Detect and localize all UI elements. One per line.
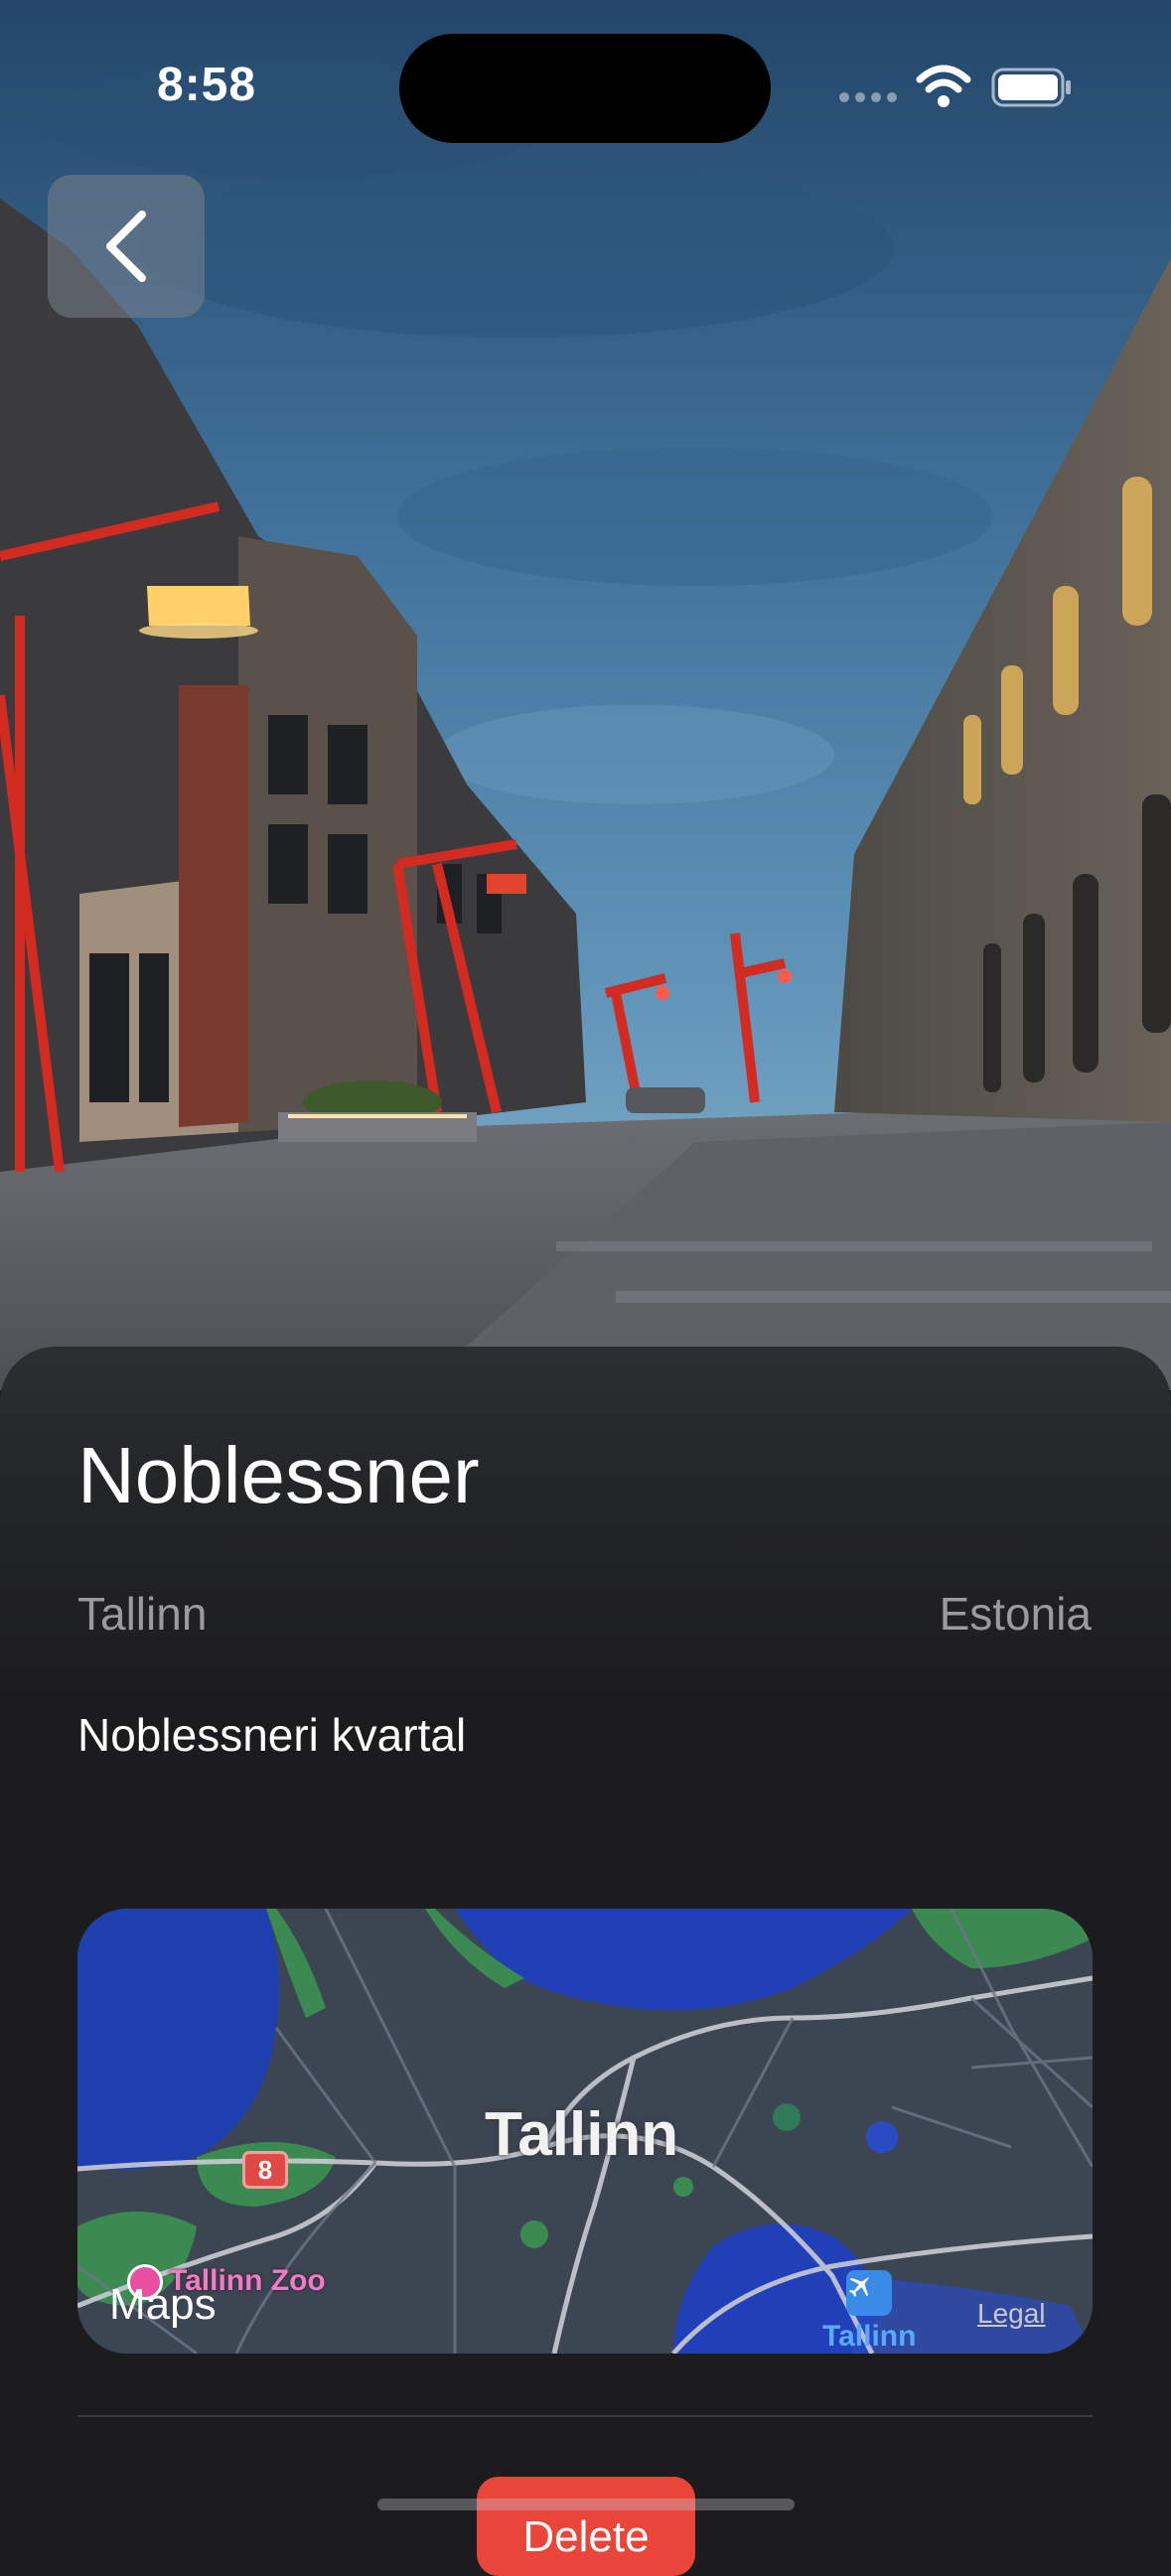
map-city-label: Tallinn xyxy=(485,2100,679,2169)
place-title: Noblessner xyxy=(77,1431,480,1519)
map-preview[interactable]: Tallinn 8 Tallinn Zoo Maps Tallinn Legal xyxy=(77,1909,1093,2354)
status-time: 8:58 xyxy=(157,59,257,111)
map-legal-link[interactable]: Legal xyxy=(977,2298,1046,2330)
airplane-icon xyxy=(846,2270,892,2316)
map-poi-airport: Tallinn xyxy=(822,2320,917,2353)
place-country: Estonia xyxy=(939,1588,1092,1640)
chevron-left-icon xyxy=(106,211,146,282)
cellular-signal-icon xyxy=(839,92,899,104)
home-indicator xyxy=(377,2499,795,2510)
battery-icon xyxy=(991,68,1073,107)
route-badge: 8 xyxy=(242,2151,288,2189)
delete-button[interactable]: Delete xyxy=(477,2477,695,2576)
place-city: Tallinn xyxy=(77,1588,208,1640)
divider xyxy=(77,2415,1093,2417)
dynamic-island xyxy=(399,34,771,143)
back-button[interactable] xyxy=(48,175,205,318)
place-district: Noblessneri kvartal xyxy=(77,1709,467,1761)
wifi-icon xyxy=(916,64,971,109)
maps-brand-label: Maps xyxy=(109,2280,217,2329)
maps-logo: Maps xyxy=(107,2280,217,2330)
status-bar: 8:58 xyxy=(0,0,1171,149)
